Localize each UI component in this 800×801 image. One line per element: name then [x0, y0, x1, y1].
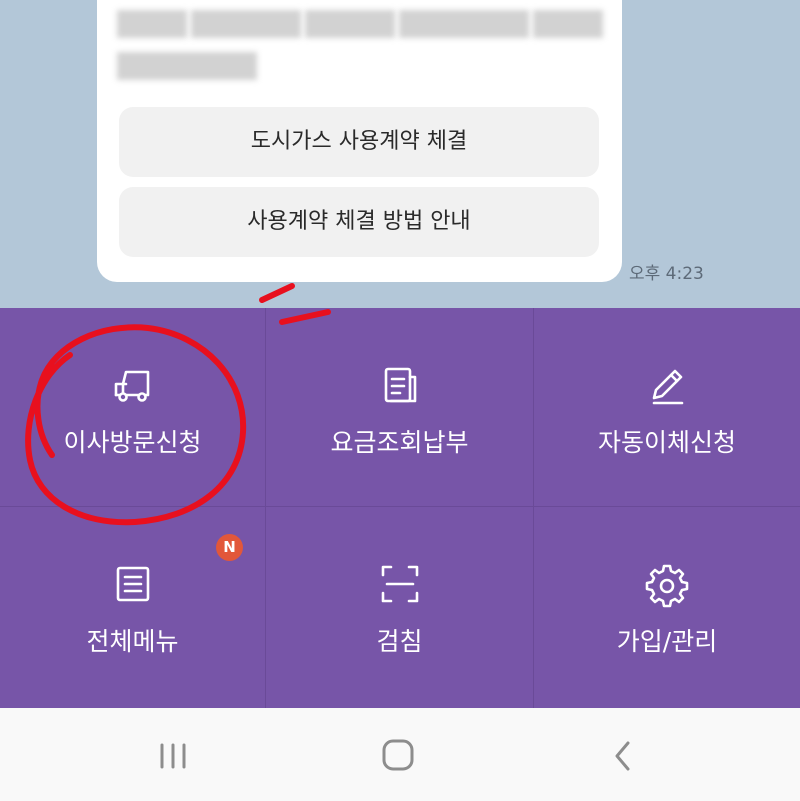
menu-item-label: 요금조회납부	[330, 428, 469, 457]
gear-icon	[645, 564, 689, 608]
menu-grid: 이사방문신청 요금조회납부 자동이체신청 N 전체메뉴 검침 가입/관리	[0, 308, 800, 708]
message-bubble: 도시가스 사용계약 체결 사용계약 체결 방법 안내	[97, 0, 622, 282]
menu-item-label: 자동이체신청	[597, 428, 736, 457]
blurred-text	[117, 52, 257, 80]
city-gas-contract-button[interactable]: 도시가스 사용계약 체결	[119, 107, 599, 177]
new-badge: N	[216, 534, 243, 561]
menu-item-label: 전체메뉴	[86, 627, 179, 656]
truck-icon	[114, 370, 149, 402]
menu-item-moving-visit[interactable]: 이사방문신청	[0, 308, 266, 507]
contract-guide-button[interactable]: 사용계약 체결 방법 안내	[119, 187, 599, 257]
home-icon[interactable]	[373, 736, 423, 776]
recent-apps-icon[interactable]	[148, 736, 198, 776]
menu-item-meter-reading[interactable]: 검침	[266, 507, 534, 708]
chat-area: 도시가스 사용계약 체결 사용계약 체결 방법 안내 오후 4:23	[0, 0, 800, 308]
menu-item-signup-manage[interactable]: 가입/관리	[534, 507, 800, 708]
back-icon[interactable]	[598, 736, 648, 776]
menu-item-all-menu[interactable]: N 전체메뉴	[0, 507, 266, 708]
list-icon	[116, 566, 149, 602]
document-icon	[384, 367, 416, 403]
menu-item-label: 검침	[376, 627, 423, 656]
scan-icon	[381, 565, 418, 603]
menu-item-auto-transfer[interactable]: 자동이체신청	[534, 308, 800, 507]
menu-item-label: 가입/관리	[616, 627, 718, 656]
menu-item-bill-payment[interactable]: 요금조회납부	[266, 308, 534, 507]
navigation-bar	[0, 708, 800, 801]
blurred-text	[117, 10, 603, 38]
menu-item-label: 이사방문신청	[63, 428, 202, 457]
pencil-icon	[652, 369, 684, 405]
message-timestamp: 오후 4:23	[629, 264, 704, 284]
